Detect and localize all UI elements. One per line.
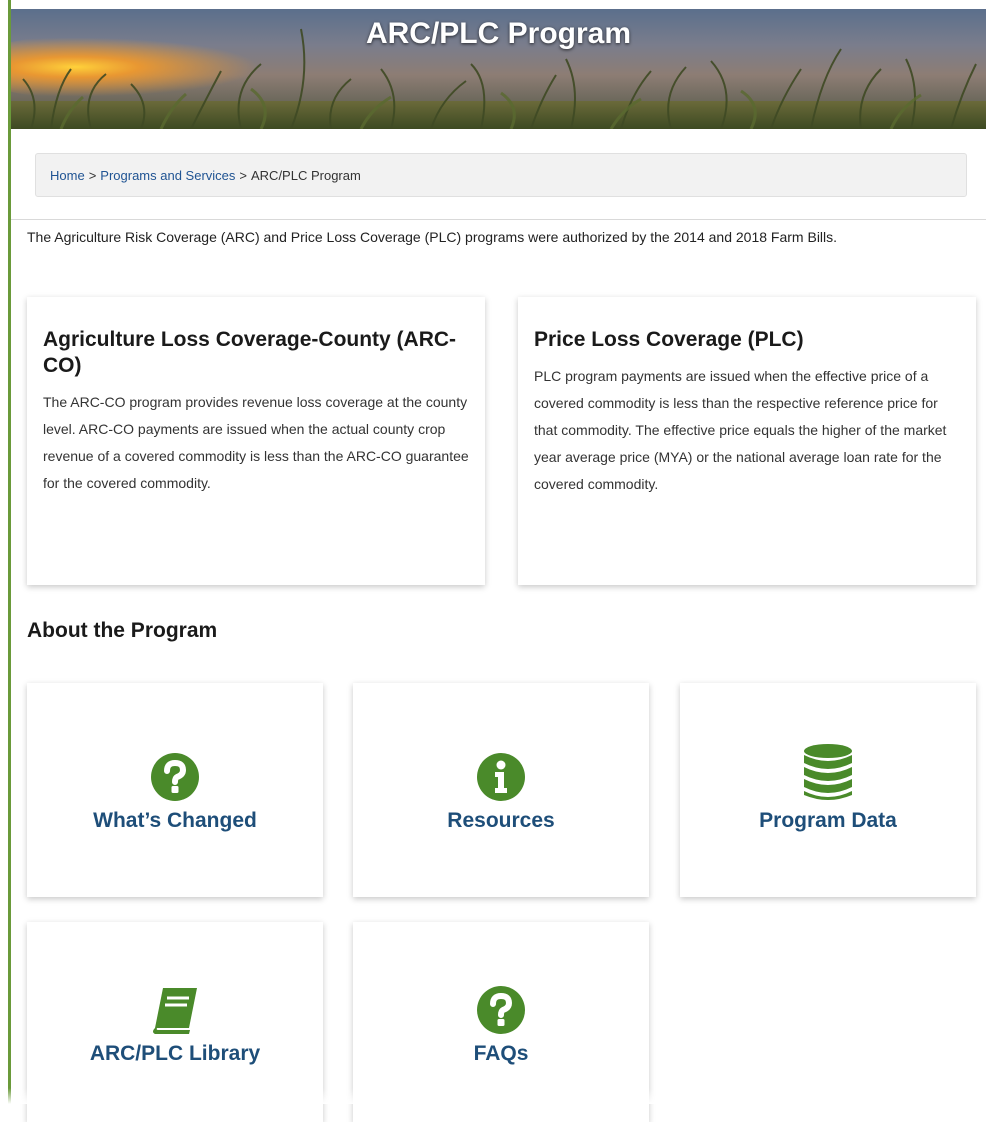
info-circle-icon bbox=[477, 753, 525, 801]
question-circle-icon bbox=[477, 986, 525, 1034]
database-icon bbox=[804, 744, 852, 800]
plc-card-title: Price Loss Coverage (PLC) bbox=[534, 328, 804, 351]
breadcrumb-current: ARC/PLC Program bbox=[251, 167, 361, 183]
breadcrumb-home-link[interactable]: Home bbox=[50, 168, 85, 183]
bottom-fade bbox=[0, 1088, 986, 1104]
arc-co-card-body: The ARC-CO program provides revenue loss… bbox=[43, 394, 469, 491]
plc-card: Price Loss Coverage (PLC) PLC program pa… bbox=[518, 297, 976, 585]
tile-label: What’s Changed bbox=[93, 809, 257, 832]
arc-co-card: Agriculture Loss Coverage-County (ARC-CO… bbox=[27, 297, 485, 585]
tile-label: Resources bbox=[447, 809, 555, 832]
arc-co-card-title: Agriculture Loss Coverage-County (ARC-CO… bbox=[43, 328, 457, 377]
tile-label: ARC/PLC Library bbox=[89, 1042, 261, 1065]
tile-resources[interactable]: Resources bbox=[353, 683, 649, 897]
breadcrumb-separator: > bbox=[239, 167, 247, 183]
page-banner: ARC/PLC Program bbox=[11, 9, 986, 129]
question-circle-icon bbox=[151, 753, 199, 801]
banner-title: ARC/PLC Program bbox=[365, 17, 632, 50]
breadcrumb-separator: > bbox=[88, 167, 97, 183]
left-accent-rule bbox=[8, 0, 11, 1104]
book-icon bbox=[153, 988, 197, 1034]
tile-program-data[interactable]: Program Data bbox=[680, 683, 976, 897]
about-heading: About the Program bbox=[27, 619, 218, 642]
tile-whats-changed[interactable]: What’s Changed bbox=[27, 683, 323, 897]
tile-label: FAQs bbox=[473, 1042, 529, 1065]
section-divider bbox=[11, 219, 986, 220]
tile-label: Program Data bbox=[759, 809, 897, 832]
intro-paragraph: The Agriculture Risk Coverage (ARC) and … bbox=[27, 229, 838, 245]
breadcrumb-programs-link[interactable]: Programs and Services bbox=[100, 168, 235, 183]
plc-card-body: PLC program payments are issued when the… bbox=[534, 368, 947, 492]
breadcrumb: Home > Programs and Services > ARC/PLC P… bbox=[35, 153, 967, 197]
